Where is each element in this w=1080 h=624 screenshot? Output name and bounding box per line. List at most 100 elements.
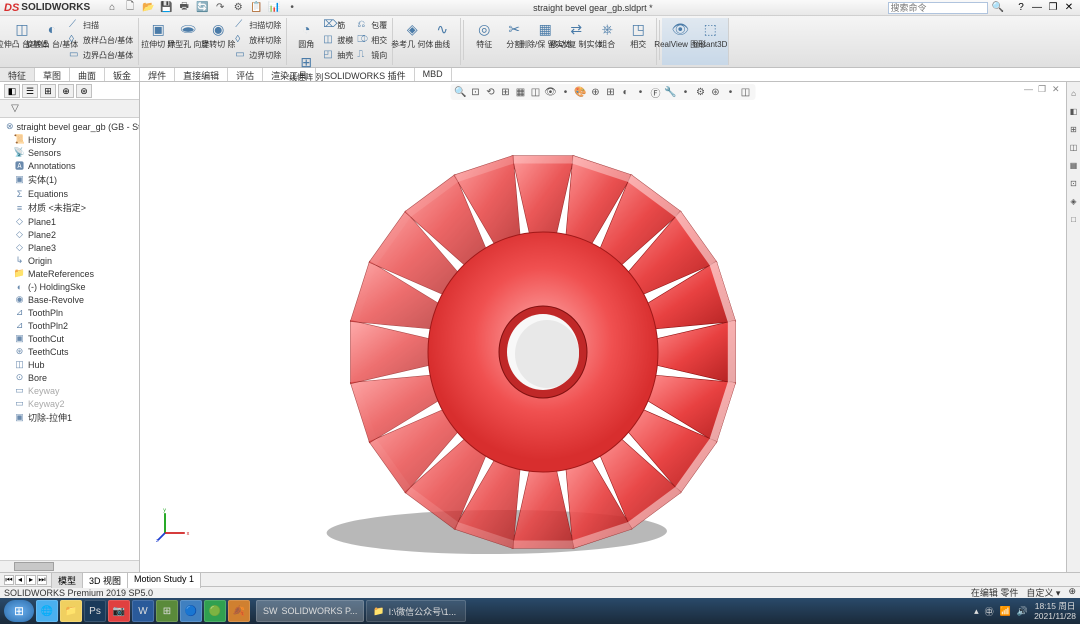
taskpane-tab-1[interactable]: ◧ — [1068, 104, 1079, 118]
tree-item[interactable]: ⊛TeethCuts — [0, 345, 139, 358]
view-tool-1[interactable]: ⊡ — [470, 86, 482, 98]
features-button[interactable]: ◎特征 — [469, 18, 499, 50]
view-tool-4[interactable]: ▦ — [515, 86, 527, 98]
ribbon-item[interactable]: ▭边界凸台/基体 — [67, 48, 135, 62]
search-icon[interactable]: 🔍 — [992, 2, 1004, 13]
view-tool-6[interactable]: 👁 — [545, 86, 557, 98]
qat-icon-7[interactable]: ⚙ — [232, 2, 244, 14]
ribbon-item[interactable]: ⎌包覆 — [355, 18, 389, 32]
realview-button[interactable]: 👁RealView 图形 — [665, 18, 695, 50]
tabscroll-prev[interactable]: ◂ — [15, 575, 25, 585]
tree-root[interactable]: ⊗ straight bevel gear_gb (GB - Straigh — [0, 120, 139, 133]
tab-特征[interactable]: 特征 — [0, 68, 35, 81]
ribbon-item[interactable]: ◫拔模 — [321, 33, 355, 47]
tree-item[interactable]: ▣实体(1) — [0, 172, 139, 187]
tab-渲染工具[interactable]: 渲染工具 — [263, 68, 316, 81]
view-tool-15[interactable]: • — [680, 86, 692, 98]
tree-item[interactable]: ◇Plane2 — [0, 228, 139, 241]
instant3d-button[interactable]: ⬚Instant3D — [695, 18, 725, 50]
qat-icon-5[interactable]: 🔄 — [196, 2, 208, 14]
minimize-button[interactable]: — — [1030, 2, 1044, 14]
doc-min-icon[interactable]: — — [1024, 84, 1036, 96]
ribbon-item[interactable]: ⟋扫描切除 — [233, 18, 283, 32]
taskbar-pinned[interactable]: Ps — [84, 600, 106, 622]
taskbar-pinned[interactable]: 📁 — [60, 600, 82, 622]
status-custom-menu[interactable]: 自定义 ▾ — [1026, 586, 1060, 599]
tree-item[interactable]: ◉Base-Revolve — [0, 293, 139, 306]
ribbon-item[interactable]: ◔圆角 — [291, 18, 321, 50]
taskpane-tab-4[interactable]: ▦ — [1068, 158, 1079, 172]
tree-item[interactable]: ◐(-) HoldingSke — [0, 280, 139, 293]
ribbon-item[interactable]: ◳相交 — [623, 18, 653, 50]
tab-钣金[interactable]: 钣金 — [105, 68, 140, 81]
ribbon-item[interactable]: ⎈组合 — [592, 18, 622, 50]
tab-MBD[interactable]: MBD — [415, 68, 452, 81]
tree-item[interactable]: ⊿ToothPln2 — [0, 319, 139, 332]
doc-max-icon[interactable]: ❐ — [1038, 84, 1050, 96]
tree-item[interactable]: 🅰Annotations — [0, 159, 139, 172]
taskpane-tab-0[interactable]: ⌂ — [1068, 86, 1079, 100]
ribbon-item[interactable]: ⟋扫描 — [67, 18, 135, 32]
doc-close-icon[interactable]: ✕ — [1052, 84, 1064, 96]
tree-item[interactable]: ⊙Bore — [0, 371, 139, 384]
taskpane-tab-6[interactable]: ◈ — [1068, 194, 1079, 208]
panel-tab-2[interactable]: ⊞ — [40, 84, 56, 98]
taskpane-tab-5[interactable]: ⊡ — [1068, 176, 1079, 190]
ribbon-item[interactable]: ◊放样切除 — [233, 33, 283, 47]
qat-icon-4[interactable]: 🖶 — [178, 2, 190, 14]
help-icon[interactable]: ? — [1014, 2, 1028, 14]
bottom-tab-3D 视图[interactable]: 3D 视图 — [82, 572, 128, 588]
tabscroll-first[interactable]: ⏮ — [4, 575, 14, 585]
view-tool-13[interactable]: Ⓕ — [650, 86, 662, 98]
view-tool-18[interactable]: • — [725, 86, 737, 98]
start-button[interactable]: ⊞ — [4, 600, 34, 622]
view-triad[interactable]: y x z — [156, 506, 192, 542]
tab-草图[interactable]: 草图 — [35, 68, 70, 81]
curves-button[interactable]: ∿曲线 — [427, 18, 457, 50]
taskbar-window[interactable]: SWSOLIDWORKS P... — [256, 600, 364, 622]
taskbar-pinned[interactable]: 🍂 — [228, 600, 250, 622]
system-clock[interactable]: 18:15 周日2021/11/28 — [1034, 601, 1076, 621]
tree-item[interactable]: ◇Plane3 — [0, 241, 139, 254]
view-tool-3[interactable]: ⊞ — [500, 86, 512, 98]
ribbon-item[interactable]: ⌦筋 — [321, 18, 355, 32]
tree-item[interactable]: ≡材质 <未指定> — [0, 200, 139, 215]
tree-item[interactable]: ΣEquations — [0, 187, 139, 200]
ribbon-item[interactable]: ⎄相交 — [355, 33, 389, 47]
tray-lang-icon[interactable]: ㊥ — [985, 605, 994, 618]
view-tool-16[interactable]: ⚙ — [695, 86, 707, 98]
tree-item[interactable]: ◇Plane1 — [0, 215, 139, 228]
qat-icon-1[interactable]: 🗋 — [124, 2, 136, 14]
ribbon-item[interactable]: ⇄移动/复 制实体 — [561, 18, 591, 50]
ref-geometry-button[interactable]: ◈参考几 何体 — [397, 18, 427, 50]
tabscroll-last[interactable]: ⏭ — [37, 575, 47, 585]
panel-tab-1[interactable]: ☰ — [22, 84, 38, 98]
tray-up-icon[interactable]: ▴ — [974, 606, 979, 617]
panel-tab-3[interactable]: ⊕ — [58, 84, 74, 98]
tab-评估[interactable]: 评估 — [228, 68, 263, 81]
bottom-tab-模型[interactable]: 模型 — [51, 572, 83, 588]
ribbon-item[interactable]: ▭边界切除 — [233, 48, 283, 62]
tree-item[interactable]: 📁MateReferences — [0, 267, 139, 280]
taskbar-window[interactable]: 📁I:\微信公众号\1... — [366, 600, 466, 622]
tabscroll-next[interactable]: ▸ — [26, 575, 36, 585]
taskpane-tab-7[interactable]: □ — [1068, 212, 1079, 226]
tab-曲面[interactable]: 曲面 — [70, 68, 105, 81]
taskbar-pinned[interactable]: 🌐 — [36, 600, 58, 622]
taskpane-tab-3[interactable]: ◫ — [1068, 140, 1079, 154]
view-tool-11[interactable]: ◐ — [620, 86, 632, 98]
hole-wizard-button[interactable]: 🕳异型孔 向导 — [173, 18, 203, 62]
tree-item[interactable]: 📜History — [0, 133, 139, 146]
ribbon-item[interactable]: ⎍镜向 — [355, 48, 389, 62]
tab-直接编辑[interactable]: 直接编辑 — [175, 68, 228, 81]
ribbon-item[interactable]: ◰抽壳 — [321, 48, 355, 62]
tree-item[interactable]: ▭Keyway — [0, 384, 139, 397]
ribbon-item[interactable]: ◊放样凸台/基体 — [67, 33, 135, 47]
qat-icon-2[interactable]: 📂 — [142, 2, 154, 14]
taskpane-tab-2[interactable]: ⊞ — [1068, 122, 1079, 136]
tree-item[interactable]: 📡Sensors — [0, 146, 139, 159]
view-tool-9[interactable]: ⊕ — [590, 86, 602, 98]
revolve-boss-button[interactable]: ◐旋转凸 台/基体 — [37, 18, 67, 62]
qat-icon-3[interactable]: 💾 — [160, 2, 172, 14]
graphics-viewport[interactable]: 🔍⊡⟲⊞▦◫👁•🎨⊕⊞◐•Ⓕ🔧•⚙⊛•◫ — ❐ ✕ — [140, 82, 1066, 572]
